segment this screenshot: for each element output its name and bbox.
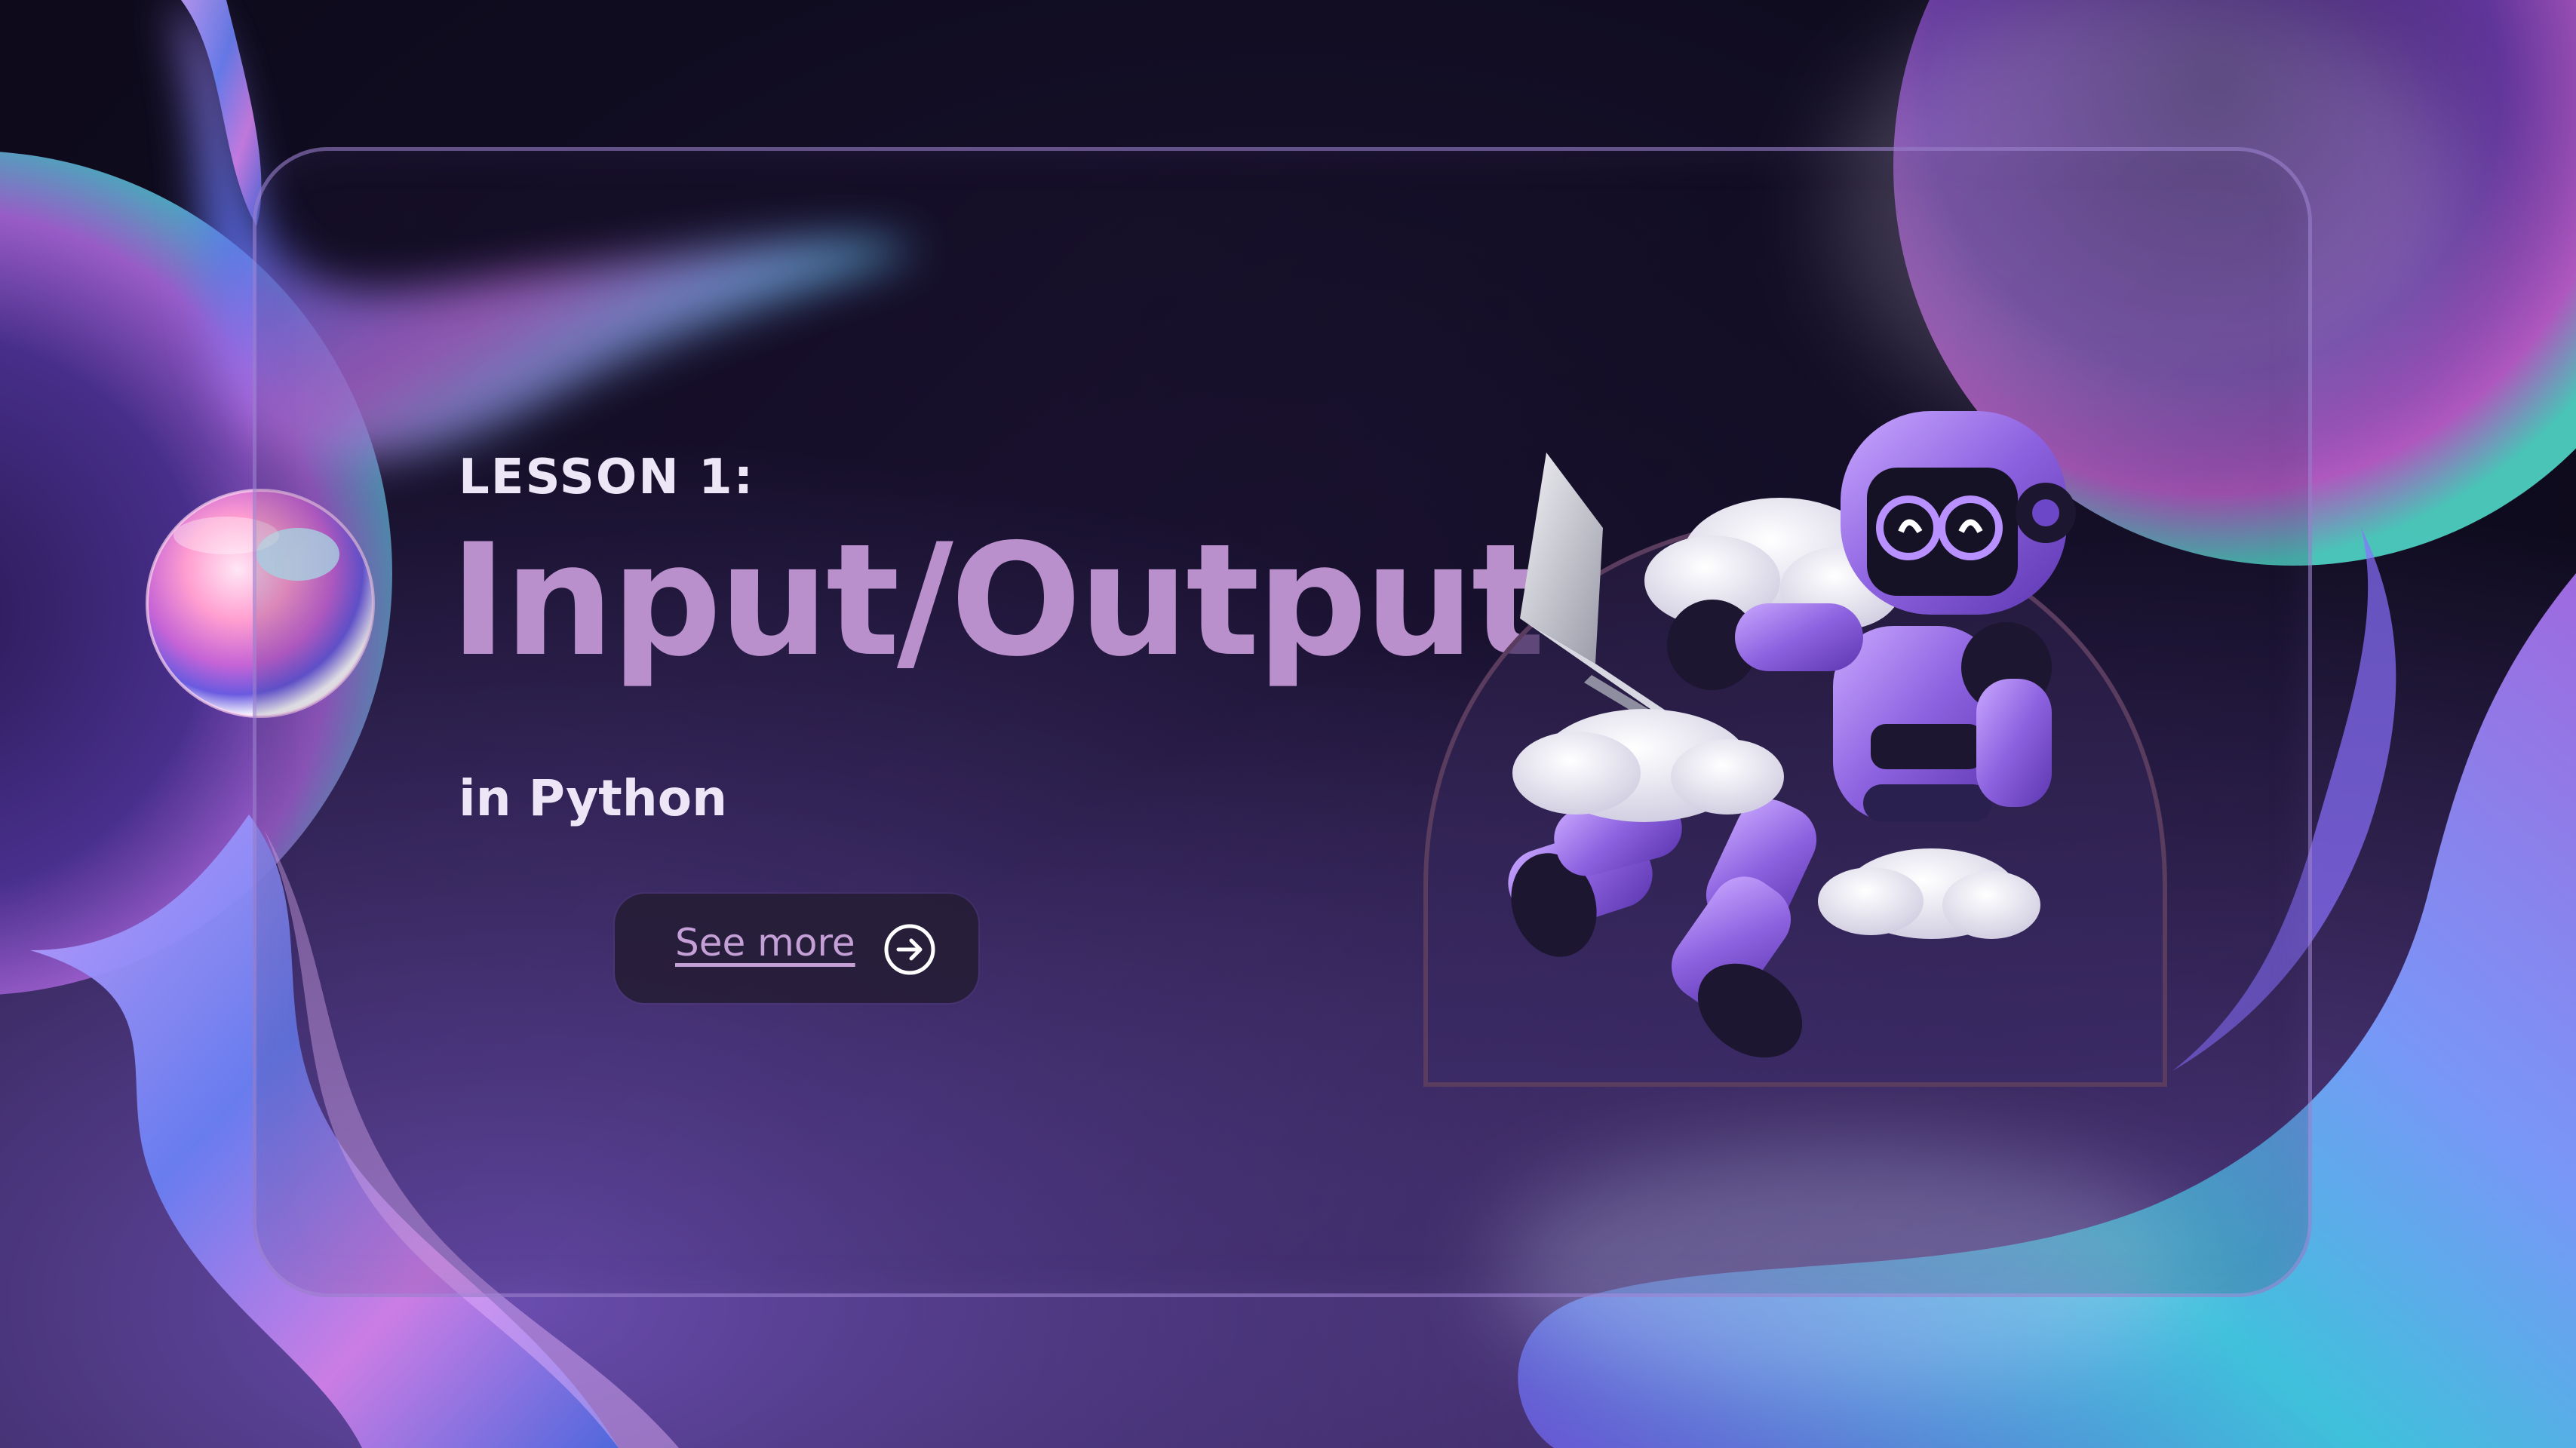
slide: LESSON 1: Input/Output in Python See mor… (0, 0, 2576, 1448)
robot-illustration (1423, 411, 2167, 1087)
robot-head (1841, 411, 2076, 615)
